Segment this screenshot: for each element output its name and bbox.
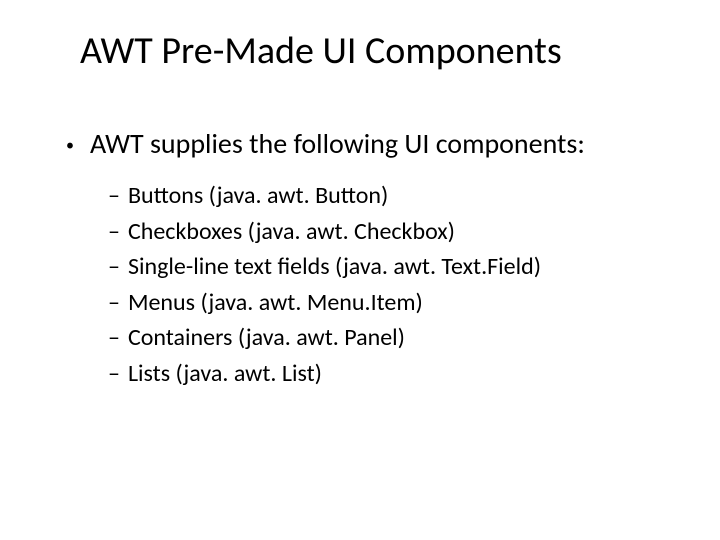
slide-title: AWT Pre-Made UI Components <box>80 28 660 74</box>
dash-icon: – <box>108 286 120 320</box>
dash-icon: – <box>108 321 120 355</box>
dash-icon: – <box>108 179 120 213</box>
list-item-text: Checkboxes (java. awt. Checkbox) <box>128 215 455 249</box>
intro-text: AWT supplies the following UI components… <box>90 126 585 161</box>
list-item-text: Single-line text fields (java. awt. Text… <box>128 250 541 284</box>
list-item: – Containers (java. awt. Panel) <box>108 321 660 355</box>
sub-list: – Buttons (java. awt. Button) – Checkbox… <box>108 179 660 391</box>
list-item-text: Containers (java. awt. Panel) <box>128 321 405 355</box>
list-item-text: Menus (java. awt. Menu.Item) <box>128 286 423 320</box>
list-item: – Single-line text fields (java. awt. Te… <box>108 250 660 284</box>
list-item: – Checkboxes (java. awt. Checkbox) <box>108 215 660 249</box>
list-item: – Buttons (java. awt. Button) <box>108 179 660 213</box>
list-item: – Lists (java. awt. List) <box>108 357 660 391</box>
intro-item: • AWT supplies the following UI componen… <box>66 126 660 161</box>
list-item-text: Lists (java. awt. List) <box>128 357 322 391</box>
slide-body: • AWT supplies the following UI componen… <box>66 126 660 391</box>
dash-icon: – <box>108 357 120 391</box>
list-item-text: Buttons (java. awt. Button) <box>128 179 388 213</box>
list-item: – Menus (java. awt. Menu.Item) <box>108 286 660 320</box>
dash-icon: – <box>108 250 120 284</box>
dash-icon: – <box>108 215 120 249</box>
bullet-icon: • <box>66 136 74 156</box>
